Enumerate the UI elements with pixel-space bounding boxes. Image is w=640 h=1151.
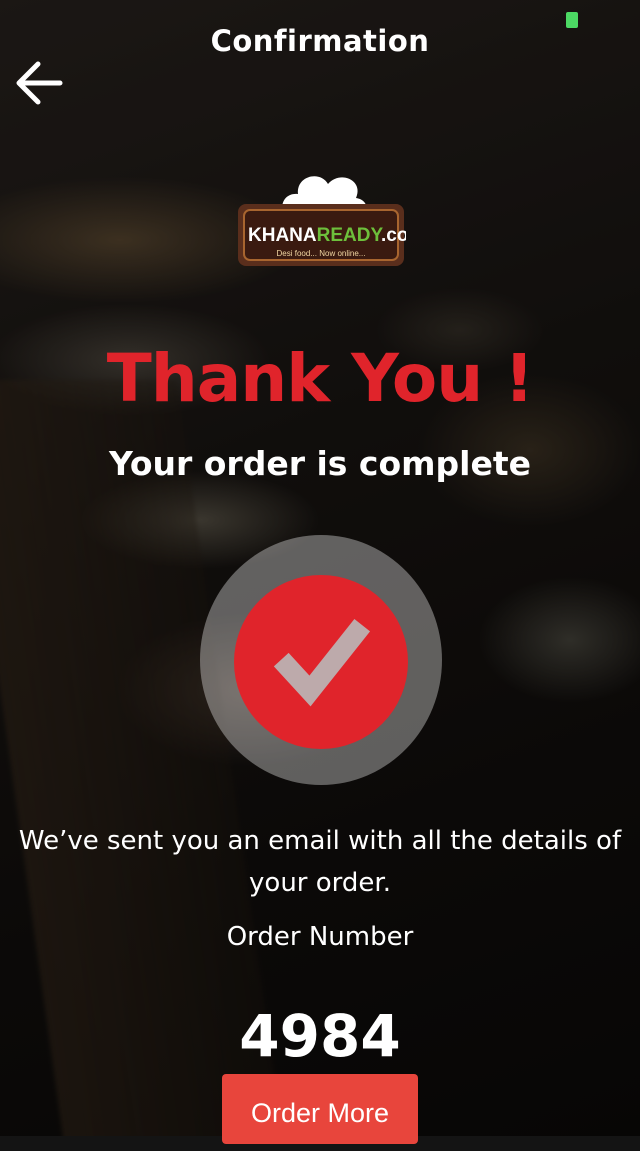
order-number-value: 4984	[239, 1002, 401, 1070]
svg-text:KHANAREADY.com: KHANAREADY.com	[248, 225, 406, 246]
logo-ready: READY	[317, 225, 384, 246]
order-complete-subheading: Your order is complete	[108, 444, 532, 483]
page-title: Confirmation	[210, 24, 430, 58]
checkmark-icon	[273, 618, 371, 707]
email-sent-message: We’ve sent you an email with all the det…	[18, 826, 622, 898]
order-more-button[interactable]: Order More	[222, 1074, 418, 1144]
thank-you-heading: Thank You !	[106, 340, 535, 417]
logo-khana: KHANA	[248, 225, 317, 246]
khanaready-logo: KHANAREADY.com Desi food... Now online..…	[236, 160, 425, 280]
logo-com: .com	[381, 225, 406, 246]
arrow-left-icon	[16, 61, 63, 105]
logo-tagline: Desi food... Now online...	[277, 249, 366, 258]
order-number-label: Order Number	[226, 922, 414, 952]
check-badge	[234, 575, 408, 749]
back-button[interactable]	[14, 60, 64, 106]
